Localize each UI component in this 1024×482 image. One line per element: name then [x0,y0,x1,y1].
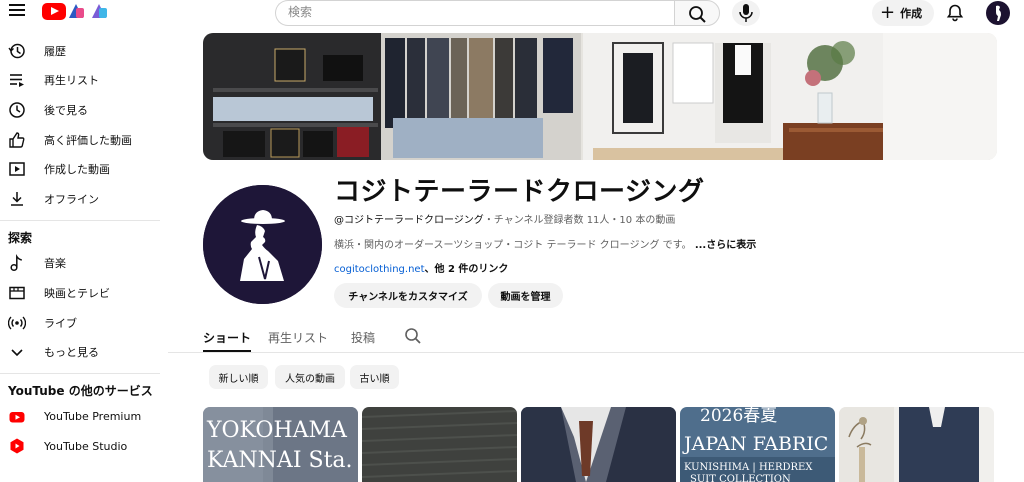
search-input[interactable] [288,5,668,19]
short-season: 2026春夏 [700,407,777,426]
sidebar-item-youtube-studio[interactable]: YouTube Studio [0,432,160,462]
history-icon [8,42,26,60]
your-videos-icon [8,160,26,178]
short-thumbnail[interactable]: 2026春夏 JAPAN FABRIC KUNISHIMA | HERDREX … [680,407,835,482]
tab-shorts[interactable]: ショート [203,329,251,346]
short-subtitle: KANNAI Sta. [207,448,353,473]
movies-icon [8,284,26,302]
tabs-divider [168,352,1024,353]
sidebar-item-label: ライブ [44,316,77,330]
channel-avatar[interactable] [203,185,322,304]
live-icon [8,314,26,332]
doodle-icon [69,3,89,20]
sidebar-item-movies[interactable]: 映画とテレビ [0,278,160,308]
playlist-icon [8,71,26,89]
channel-website-link[interactable]: cogitoclothing.net [334,264,425,275]
show-more-link[interactable]: ...さらに表示 [695,240,756,251]
sidebar-item-liked-videos[interactable]: 高く評価した動画 [0,125,160,155]
channel-logo-icon [203,185,322,304]
bell-icon[interactable] [945,3,965,23]
sidebar-item-music[interactable]: 音楽 [0,249,160,279]
sidebar-item-label: YouTube Premium [44,410,142,424]
youtube-logo[interactable] [42,3,112,20]
chevron-down-icon [8,343,26,361]
channel-description[interactable]: 横浜・関内のオーダースーツショップ・コジト テーラード クロージング です。 .… [334,236,756,251]
channel-stats: ・チャンネル登録者数 11人・10 本の動画 [483,215,676,226]
youtube-studio-icon [8,437,26,455]
channel-search-icon[interactable] [404,327,422,345]
sidebar-item-playlists[interactable]: 再生リスト [0,66,160,96]
sidebar-item-history[interactable]: 履歴 [0,36,160,66]
short-title: YOKOHAMA [206,418,348,443]
sidebar-item-label: 映画とテレビ [44,286,110,300]
sidebar-item-live[interactable]: ライブ [0,308,160,338]
guide-sidebar: 履歴 再生リスト 後で見る 高く評価した動画 作成した動画 オフライン 探索 音… [0,36,160,461]
sidebar-item-label: 作成した動画 [44,163,110,177]
download-icon [8,190,26,208]
hamburger-icon[interactable] [9,4,25,18]
section-heading: YouTube の他のサービス [8,384,153,399]
short-thumbnail[interactable] [362,407,517,482]
divider [0,219,160,221]
youtube-premium-icon [8,408,26,426]
channel-links: cogitoclothing.net、他 2 件のリンク [334,260,508,275]
avatar[interactable] [986,1,1010,25]
short-collection: SUIT COLLECTION [690,474,791,482]
search-box [275,0,675,26]
other-links-link[interactable]: 、他 2 件のリンク [425,264,509,275]
sidebar-item-label: 音楽 [44,257,66,271]
channel-name: コジトテーラードクロージング [334,177,705,207]
sidebar-item-label: オフライン [44,192,99,206]
youtube-logo-icon [42,3,66,20]
masthead: + 作成 [0,0,1024,26]
search-icon [689,6,706,23]
short-thumbnail[interactable]: YOKOHAMA KANNAI Sta. [203,407,358,482]
channel-handle: @コジトテーラードクロージング [334,215,484,226]
channel-banner [203,33,997,160]
divider [0,372,160,374]
plus-icon: + [880,2,896,23]
section-heading: 探索 [8,231,33,246]
search-button[interactable] [674,0,720,26]
sidebar-item-your-videos[interactable]: 作成した動画 [0,154,160,184]
description-text: 横浜・関内のオーダースーツショップ・コジト テーラード クロージング です。 [334,240,692,251]
manage-videos-button[interactable]: 動画を管理 [488,283,563,308]
sidebar-item-label: 後で見る [44,103,88,117]
short-brands: KUNISHIMA | HERDREX [684,462,813,473]
sidebar-item-watch-later[interactable]: 後で見る [0,95,160,125]
thumbs-up-icon [8,131,26,149]
tab-playlists[interactable]: 再生リスト [268,329,328,346]
short-thumbnail[interactable] [839,407,994,482]
banner-image [203,33,997,160]
channel-meta: @コジトテーラードクロージング・チャンネル登録者数 11人・10 本の動画 [334,211,675,226]
sidebar-item-show-more[interactable]: もっと見る [0,337,160,367]
music-icon [8,254,26,272]
sidebar-item-downloads[interactable]: オフライン [0,184,160,214]
voice-search-button[interactable] [732,0,760,26]
sidebar-item-label: 履歴 [44,44,66,58]
chip-newest[interactable]: 新しい順 [209,365,268,389]
chip-oldest[interactable]: 古い順 [350,365,399,389]
tab-posts[interactable]: 投稿 [351,329,375,346]
create-button[interactable]: + 作成 [872,0,934,26]
sidebar-item-youtube-premium[interactable]: YouTube Premium [0,402,160,432]
short-thumbnail[interactable] [521,407,676,482]
sidebar-item-label: YouTube Studio [44,439,128,453]
create-label: 作成 [900,7,923,20]
microphone-icon [739,4,753,22]
customize-channel-button[interactable]: チャンネルをカスタマイズ [334,283,482,308]
sidebar-item-label: 高く評価した動画 [44,133,132,147]
sidebar-item-label: もっと見る [44,346,99,360]
sidebar-item-label: 再生リスト [44,74,99,88]
short-title: JAPAN FABRIC [682,433,828,455]
chip-popular[interactable]: 人気の動画 [275,365,345,389]
watch-later-icon [8,101,26,119]
doodle-icon [92,3,112,20]
